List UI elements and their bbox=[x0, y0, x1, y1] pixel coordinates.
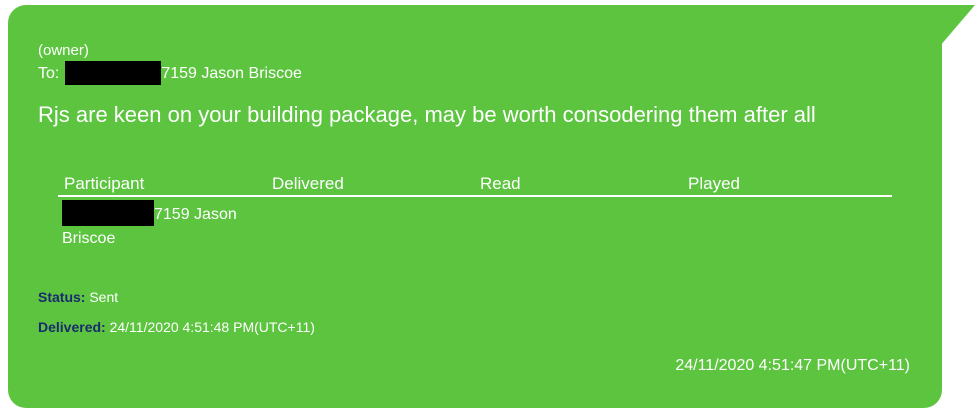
recipient-line: To: 7159 Jason Briscoe bbox=[38, 61, 302, 86]
column-header-read: Read bbox=[480, 174, 521, 193]
status-line: Status: Sent bbox=[38, 289, 118, 305]
to-prefix: To: bbox=[38, 65, 60, 83]
column-header-played: Played bbox=[688, 174, 740, 193]
message-bubble-container: (owner) To: 7159 Jason Briscoe Rjs are ke… bbox=[0, 0, 975, 408]
column-header-delivered: Delivered bbox=[272, 174, 344, 193]
participant-name-line2: Briscoe bbox=[62, 230, 116, 247]
receipt-table-header: Participant Delivered Read Played bbox=[58, 173, 892, 197]
message-timestamp: 24/11/2020 4:51:47 PM(UTC+11) bbox=[675, 357, 910, 374]
status-label: Status: bbox=[38, 289, 86, 305]
receipt-table: Participant Delivered Read Played 7159 J… bbox=[58, 173, 892, 247]
participant-name-line1: 7159 Jason bbox=[154, 206, 237, 224]
column-header-participant: Participant bbox=[64, 174, 145, 193]
table-row: 7159 Jason Briscoe bbox=[58, 197, 892, 247]
delivered-value: 24/11/2020 4:51:48 PM(UTC+11) bbox=[109, 319, 315, 335]
redaction-block bbox=[65, 61, 162, 85]
participant-cell: 7159 Jason Briscoe bbox=[62, 200, 272, 250]
sender-label: (owner) bbox=[38, 42, 89, 59]
message-bubble[interactable]: (owner) To: 7159 Jason Briscoe Rjs are ke… bbox=[8, 5, 942, 408]
delivered-line: Delivered: 24/11/2020 4:51:48 PM(UTC+11) bbox=[38, 319, 315, 335]
redaction-block bbox=[62, 200, 154, 226]
status-value: Sent bbox=[89, 289, 119, 305]
delivered-label: Delivered: bbox=[38, 319, 106, 335]
recipient-name: 7159 Jason Briscoe bbox=[161, 65, 302, 83]
message-body: Rjs are keen on your building package, m… bbox=[38, 102, 816, 127]
